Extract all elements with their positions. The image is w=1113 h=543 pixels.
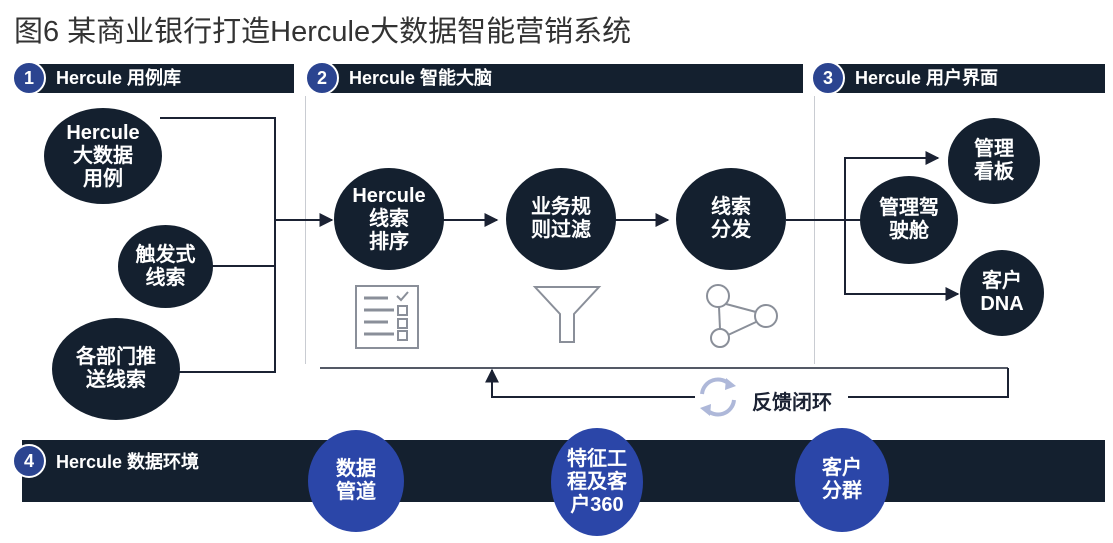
brain-step-rule-filter: 业务规 则过滤: [506, 168, 616, 270]
ui-management-cockpit: 管理驾 驶舱: [860, 176, 958, 264]
feature-engineering-customer-360: 特征工 程及客 户360: [551, 428, 643, 536]
data-pipeline: 数据 管道: [308, 430, 404, 532]
refresh-icon: [700, 377, 736, 417]
feedback-return-arrow: [485, 368, 695, 398]
feedback-right-line: [848, 368, 1009, 398]
checklist-icon: [355, 285, 419, 349]
funnel-icon: [532, 286, 602, 343]
use-case-big-data: Hercule 大数据 用例: [44, 108, 162, 204]
network-icon: [706, 284, 778, 348]
ui-management-dashboard: 管理 看板: [948, 118, 1040, 204]
customer-segmentation: 客户 分群: [795, 428, 889, 532]
brain-step-lead-distribution: 线索 分发: [676, 168, 786, 270]
use-case-department-leads: 各部门推 送线索: [52, 318, 180, 420]
feedback-loop-label: 反馈闭环: [752, 392, 832, 414]
ui-customer-dna: 客户 DNA: [960, 250, 1044, 336]
brain-step-lead-ranking: Hercule 线索 排序: [334, 168, 444, 270]
use-case-trigger-leads: 触发式 线索: [118, 225, 213, 308]
